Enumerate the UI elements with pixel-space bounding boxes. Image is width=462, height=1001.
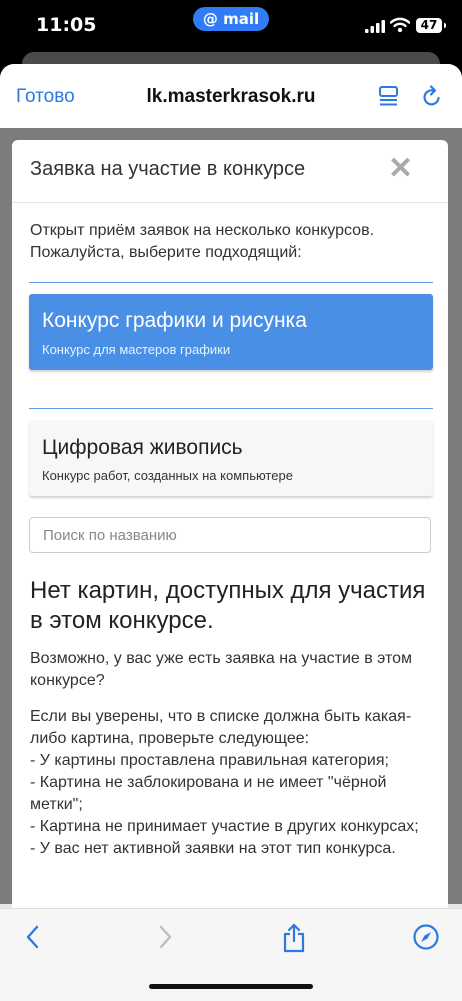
checklist-text: Если вы уверены, что в списке должна быт… — [30, 708, 419, 857]
contest-option-graphics[interactable]: Конкурс графики и рисунка Конкурс для ма… — [29, 294, 433, 370]
application-modal: Заявка на участие в конкурсе ✕ Открыт пр… — [12, 140, 448, 930]
contest-option-title: Цифровая живопись — [42, 436, 243, 459]
wifi-icon — [390, 17, 410, 33]
back-icon[interactable] — [22, 923, 44, 951]
divider — [29, 282, 433, 283]
reader-mode-icon[interactable] — [378, 85, 400, 107]
modal-header: Заявка на участие в конкурсе ✕ — [12, 140, 448, 203]
status-bar: 11:05 @ mail 47 — [0, 0, 462, 56]
mail-pill[interactable]: @ mail — [193, 7, 269, 31]
forward-icon[interactable] — [154, 923, 176, 951]
empty-state-heading: Нет картин, доступных для участия в этом… — [30, 577, 426, 634]
contest-option-subtitle: Конкурс для мастеров графики — [42, 342, 231, 357]
battery-icon: 47 — [416, 18, 446, 33]
status-time: 11:05 — [36, 14, 97, 36]
compass-icon[interactable] — [412, 923, 440, 951]
cellular-signal-icon — [365, 20, 385, 33]
contest-option-digital-painting[interactable]: Цифровая живопись Конкурс работ, созданн… — [29, 420, 433, 496]
divider — [29, 408, 433, 409]
search-input[interactable] — [29, 517, 431, 553]
contest-option-title: Конкурс графики и рисунка — [42, 309, 307, 332]
intro-text: Открыт приём заявок на несколько конкурс… — [30, 222, 375, 261]
contest-option-subtitle: Конкурс работ, созданных на компьютере — [42, 468, 293, 483]
modal-title: Заявка на участие в конкурсе — [30, 158, 306, 180]
browser-navbar: Готово lk.masterkrasok.ru — [0, 64, 462, 128]
close-icon[interactable]: ✕ — [388, 154, 413, 184]
share-icon[interactable] — [282, 923, 306, 953]
reload-icon[interactable] — [421, 84, 443, 108]
empty-state-text: Возможно, у вас уже есть заявка на участ… — [30, 650, 413, 689]
home-indicator — [149, 984, 313, 989]
browser-sheet: Готово lk.masterkrasok.ru Заявка на учас… — [0, 64, 462, 1000]
